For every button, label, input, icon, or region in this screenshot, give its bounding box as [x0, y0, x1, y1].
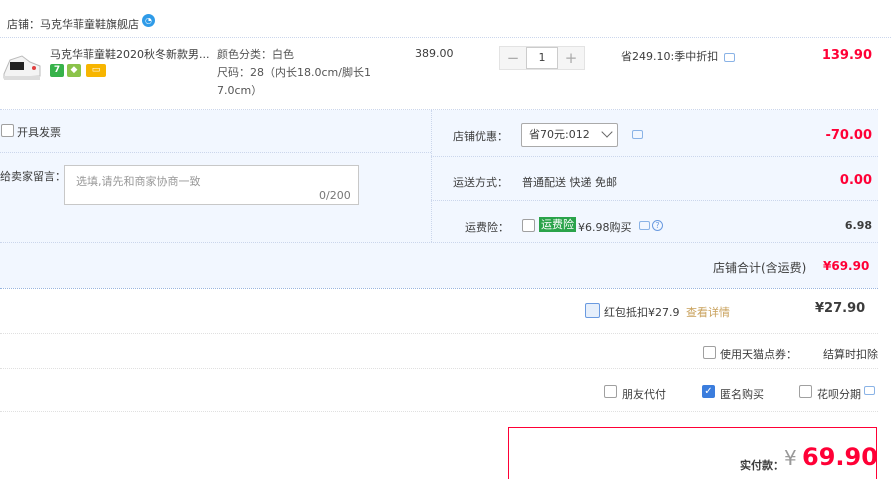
promo-text: 省249.10:季中折扣 [621, 50, 719, 63]
tmall-points-checkbox[interactable] [703, 346, 716, 359]
coupon-label: 店铺优惠： [453, 130, 508, 143]
guarantee-icon: ◆ [67, 64, 81, 77]
sku-color: 颜色分类：白色 [217, 48, 294, 61]
coupon-selected-value: 省70元:012 [529, 128, 590, 141]
coupon-info-icon[interactable] [632, 130, 643, 139]
divider [431, 200, 878, 201]
anonymous-label: 匿名购买 [720, 388, 764, 401]
divider [431, 156, 878, 157]
shop-name[interactable]: 店铺：马克华菲童鞋旗舰店 [7, 16, 139, 32]
shipping-amount: 0.00 [839, 173, 872, 188]
redpacket-details-link[interactable]: 查看详情 [686, 304, 730, 320]
qty-plus-button[interactable]: + [558, 47, 584, 69]
payment-currency: ¥ [784, 446, 797, 470]
memo-label: 给卖家留言： [0, 170, 66, 183]
shipping-label: 运送方式： [453, 176, 508, 189]
memo-char-count: 0/200 [319, 189, 351, 202]
insurance-amount: 6.98 [844, 219, 872, 232]
insurance-chat-icon[interactable] [639, 221, 650, 230]
divider [0, 152, 431, 153]
qty-minus-button[interactable]: − [500, 47, 526, 69]
huabei-label: 花呗分期 [817, 388, 861, 401]
panel-divider [431, 110, 432, 242]
invoice-checkbox[interactable] [1, 124, 14, 137]
huabei-info-icon[interactable] [864, 386, 875, 395]
divider [0, 411, 878, 412]
shop-total-label: 店铺合计(含运费) [713, 261, 807, 275]
sku-size-line1: 尺码：28（内长18.0cm/脚长1 [217, 66, 371, 79]
item-subtotal: 139.90 [821, 48, 872, 63]
insurance-badge: 运费险 [539, 217, 576, 232]
unit-price: 389.00 [415, 47, 454, 60]
qty-input[interactable]: 1 [526, 47, 558, 69]
sku-size-line2: 7.0cm） [217, 84, 263, 97]
tmall-points-label: 使用天猫点券： [720, 348, 797, 361]
sku-info: 颜色分类：白色 尺码：28（内长18.0cm/脚长1 7.0cm） [217, 46, 377, 100]
anonymous-checkbox[interactable] [702, 385, 715, 398]
shipping-method: 普通配送 快递 免邮 [522, 176, 617, 189]
divider [0, 368, 878, 369]
product-thumbnail[interactable] [0, 42, 44, 86]
huabei-checkbox[interactable] [799, 385, 812, 398]
insurance-checkbox[interactable] [522, 219, 535, 232]
coupon-value: -70.00 [825, 128, 872, 143]
payment-label: 实付款： [740, 459, 784, 472]
product-title[interactable]: 马克华菲童鞋2020秋冬新款男... [50, 46, 210, 62]
payment-amount: 69.90 [802, 443, 878, 471]
divider [0, 333, 878, 334]
quantity-stepper: − 1 + [499, 46, 585, 70]
seven-day-return-icon: 7 [50, 64, 64, 77]
invoice-label: 开具发票 [17, 126, 61, 139]
wangwang-chat-icon[interactable]: ◔ [142, 14, 155, 27]
tmall-points-value: 结算时扣除 [823, 348, 878, 361]
divider [0, 242, 878, 243]
friend-pay-label: 朋友代付 [622, 388, 666, 401]
coupon-select[interactable]: 省70元:012 [521, 123, 618, 147]
memo-placeholder: 选填,请先和商家协商一致 [76, 175, 201, 188]
chevron-down-icon [601, 126, 613, 138]
redpacket-label: 红包抵扣¥27.9 [604, 306, 680, 319]
friend-pay-checkbox[interactable] [604, 385, 617, 398]
divider [0, 288, 878, 289]
insurance-price-text: ¥6.98购买 [578, 221, 632, 234]
promo-info-icon[interactable] [724, 53, 735, 62]
shop-total-amount: ¥69.90 [823, 259, 870, 273]
help-icon[interactable]: ? [652, 220, 663, 231]
credit-card-icon: ▭ [86, 64, 106, 77]
insurance-label: 运费险： [465, 221, 509, 234]
redpacket-amount: ¥27.90 [815, 301, 866, 316]
redpacket-checkbox[interactable] [585, 303, 600, 318]
